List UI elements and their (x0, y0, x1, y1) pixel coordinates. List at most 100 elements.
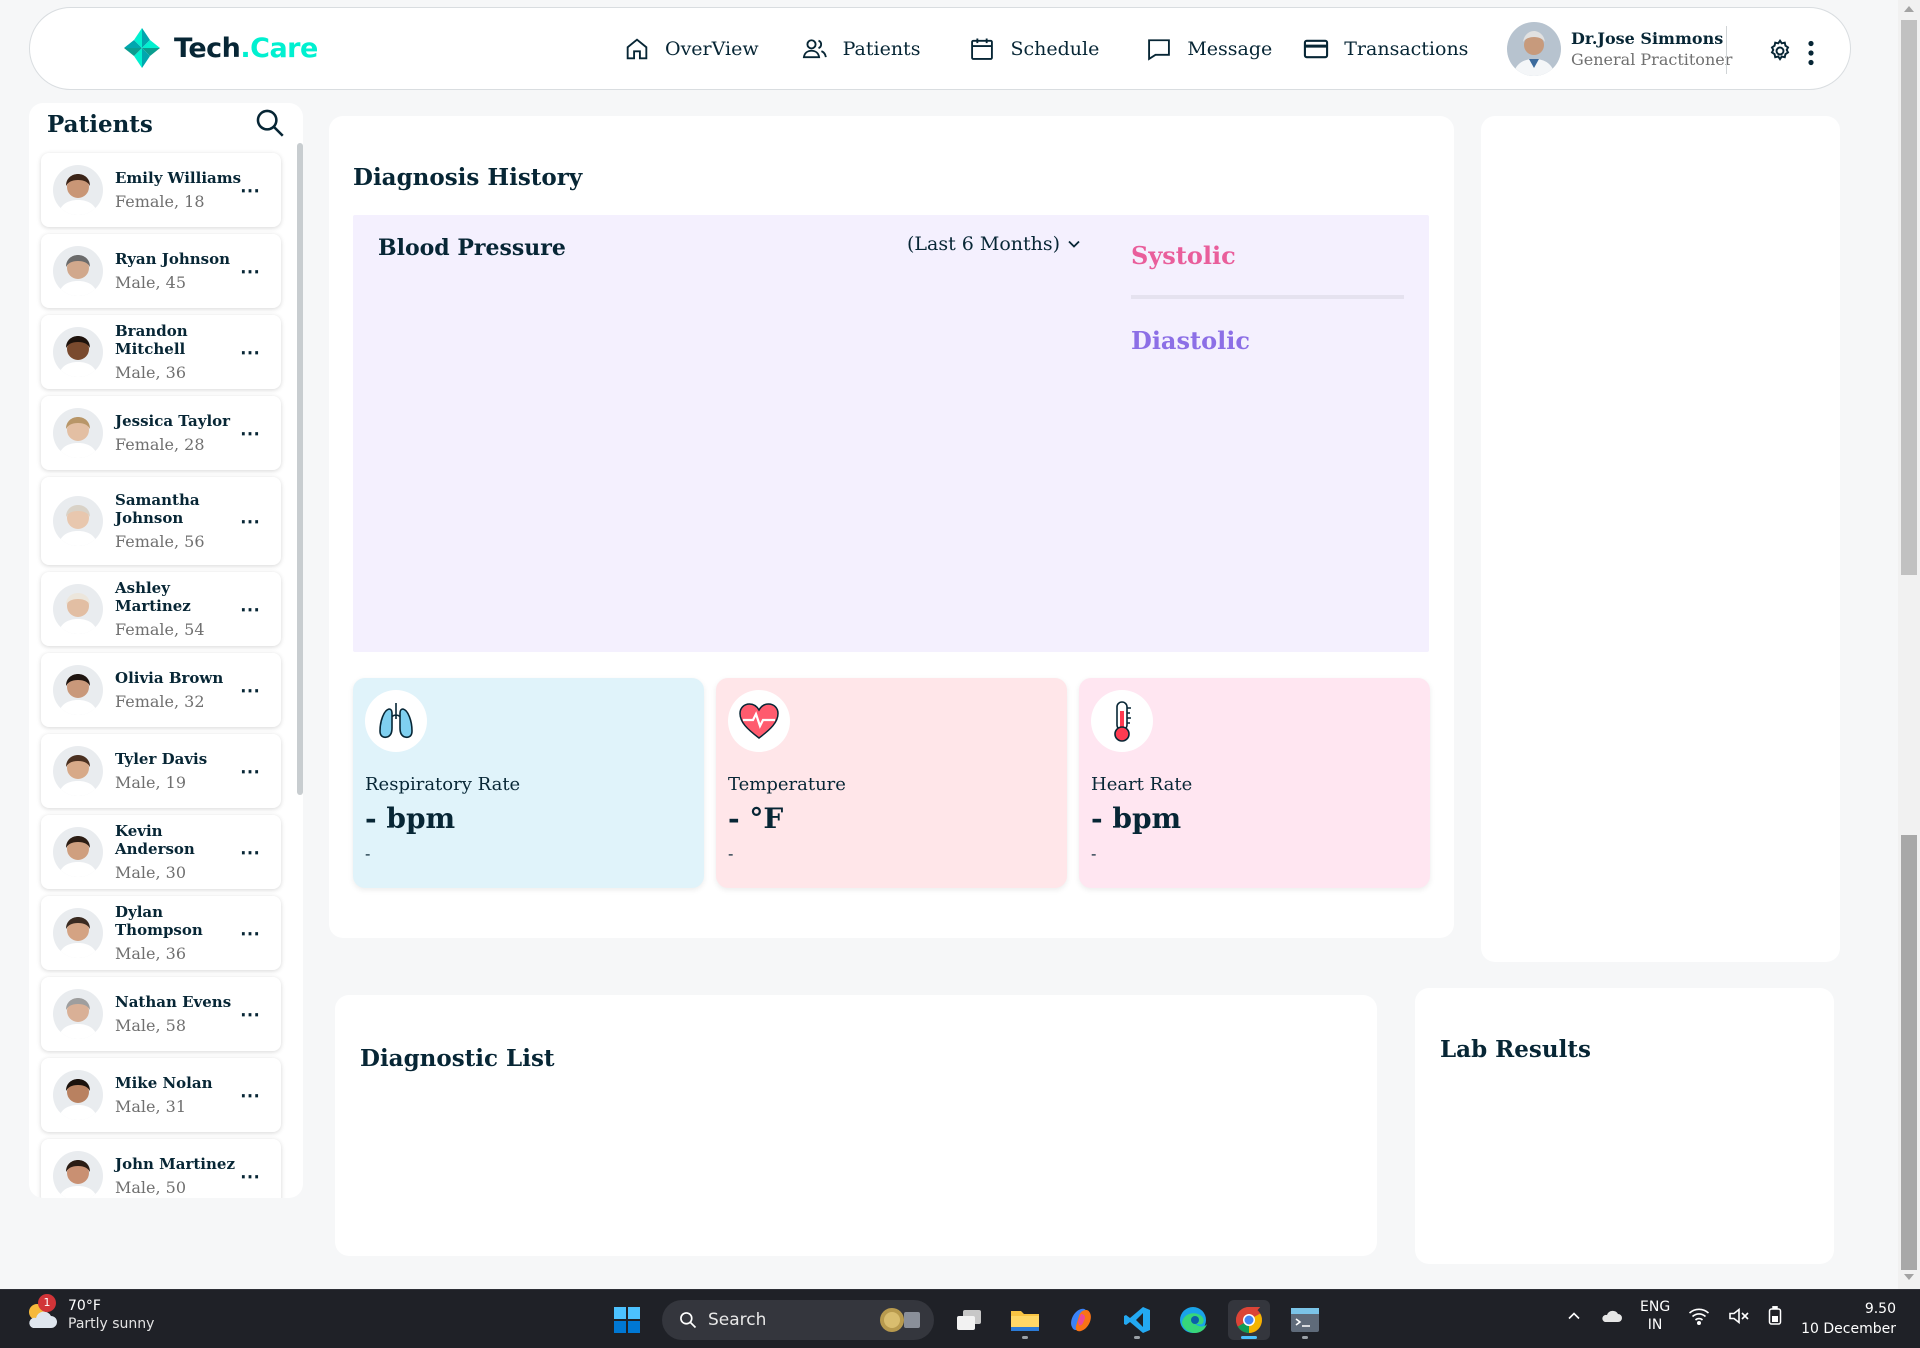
patient-card[interactable]: Tyler Davis Male, 19 ⋯ (41, 734, 281, 808)
patient-card[interactable]: John Martinez Male, 50 ⋯ (41, 1139, 281, 1198)
more-horizontal-icon[interactable]: ⋯ (240, 1002, 261, 1026)
task-view-button[interactable] (948, 1300, 990, 1340)
patient-card[interactable]: Nathan Evens Male, 58 ⋯ (41, 977, 281, 1051)
more-horizontal-icon[interactable]: ⋯ (240, 759, 261, 783)
more-horizontal-icon[interactable]: ⋯ (240, 597, 261, 621)
patient-card[interactable]: Jessica Taylor Female, 28 ⋯ (41, 396, 281, 470)
nav-transactions[interactable]: Transactions (1302, 35, 1468, 63)
range-dropdown[interactable]: (Last 6 Months) (907, 233, 1082, 255)
doctor-profile[interactable]: Dr.Jose Simmons General Practitoner (1507, 22, 1732, 76)
search-icon[interactable] (253, 106, 287, 140)
vital-card-temperature: Temperature - °F - (716, 678, 1067, 888)
nav-overview[interactable]: OverView (623, 35, 759, 63)
patient-card[interactable]: Emily Williams Female, 18 ⋯ (41, 153, 281, 227)
file-explorer-button[interactable] (1004, 1300, 1046, 1340)
patient-card[interactable]: Olivia Brown Female, 32 ⋯ (41, 653, 281, 727)
more-horizontal-icon[interactable]: ⋯ (240, 921, 261, 945)
edge-button[interactable] (1172, 1300, 1214, 1340)
language-indicator[interactable]: ENG IN (1640, 1298, 1670, 1334)
battery-icon[interactable] (1768, 1306, 1782, 1326)
more-horizontal-icon[interactable]: ⋯ (240, 840, 261, 864)
patient-name: Dylan Thompson (115, 903, 203, 939)
nav-schedule[interactable]: Schedule (968, 35, 1099, 63)
patient-avatar (53, 327, 103, 377)
wifi-icon[interactable] (1688, 1307, 1710, 1325)
vital-note: - (728, 844, 734, 863)
windows-icon (614, 1307, 640, 1333)
nav-overview-label: OverView (665, 38, 759, 60)
terminal-icon (1291, 1308, 1319, 1332)
page-scrollbar[interactable] (1898, 0, 1920, 1289)
more-vertical-icon[interactable] (1806, 40, 1816, 66)
taskbar-search[interactable]: Search (662, 1300, 934, 1340)
taskbar-search-label: Search (708, 1310, 767, 1330)
chevron-up-icon[interactable] (1566, 1308, 1582, 1324)
os-taskbar: 1 70°F Partly sunny Search ENG IN 9.50 1… (0, 1289, 1920, 1348)
patient-card[interactable]: Dylan Thompson Male, 36 ⋯ (41, 896, 281, 970)
speaker-muted-icon[interactable] (1728, 1307, 1750, 1325)
nav-patients[interactable]: Patients (801, 35, 920, 63)
patient-avatar (53, 908, 103, 958)
patient-avatar (53, 827, 103, 877)
home-icon (626, 38, 648, 60)
legend-diastolic: Diastolic (1131, 326, 1250, 355)
nav-message[interactable]: Message (1145, 35, 1272, 63)
more-horizontal-icon[interactable]: ⋯ (240, 1083, 261, 1107)
vital-label: Respiratory Rate (365, 774, 521, 795)
folder-icon (1011, 1311, 1039, 1331)
logo-icon (124, 28, 160, 68)
system-clock[interactable]: 9.50 10 December (1801, 1299, 1896, 1339)
chrome-button[interactable] (1228, 1300, 1270, 1340)
scroll-track-upper (1901, 20, 1917, 575)
taskbar-apps: Search (606, 1300, 1326, 1340)
terminal-button[interactable] (1284, 1300, 1326, 1340)
patient-card[interactable]: Kevin Anderson Male, 30 ⋯ (41, 815, 281, 889)
patient-avatar (53, 989, 103, 1039)
patient-info: Ryan Johnson Male, 45 (115, 250, 245, 292)
patient-card[interactable]: Ashley Martinez Female, 54 ⋯ (41, 572, 281, 646)
vital-note: - (1091, 844, 1097, 863)
blood-pressure-panel: Blood Pressure (Last 6 Months) Systolic … (353, 215, 1429, 652)
patient-info: Mike Nolan Male, 31 (115, 1074, 245, 1116)
patient-card[interactable]: Brandon Mitchell Male, 36 ⋯ (41, 315, 281, 389)
more-horizontal-icon[interactable]: ⋯ (240, 178, 261, 202)
patient-avatar (53, 1151, 103, 1198)
more-horizontal-icon[interactable]: ⋯ (240, 340, 261, 364)
start-button[interactable] (606, 1300, 648, 1340)
scroll-down-arrow[interactable] (1904, 1274, 1914, 1280)
more-horizontal-icon[interactable]: ⋯ (240, 421, 261, 445)
patient-info: Dylan Thompson Male, 36 (115, 903, 245, 963)
patient-card[interactable]: Samantha Johnson Female, 56 ⋯ (41, 477, 281, 565)
patients-sidebar: Patients Emily Williams Female, 18 ⋯ Ryan J… (29, 103, 303, 1198)
logo[interactable]: Tech.Care (120, 26, 318, 70)
vscode-button[interactable] (1116, 1300, 1158, 1340)
patient-avatar (53, 165, 103, 215)
patient-card[interactable]: Mike Nolan Male, 31 ⋯ (41, 1058, 281, 1132)
more-horizontal-icon[interactable]: ⋯ (240, 509, 261, 533)
vital-value: - °F (728, 802, 784, 835)
doctor-avatar (1507, 22, 1561, 76)
task-view-icon (957, 1310, 981, 1330)
scroll-thumb[interactable] (1901, 835, 1917, 1270)
patient-card[interactable]: Ryan Johnson Male, 45 ⋯ (41, 234, 281, 308)
copilot-button[interactable] (1060, 1300, 1102, 1340)
patient-name: Ryan Johnson (115, 250, 231, 268)
weather-widget[interactable]: 1 70°F Partly sunny (24, 1294, 154, 1332)
system-tray: ENG IN (1566, 1298, 1782, 1334)
more-horizontal-icon[interactable]: ⋯ (240, 259, 261, 283)
patient-avatar (53, 246, 103, 296)
doctor-photo (1507, 22, 1561, 76)
diagnosis-history-card: Diagnosis History Blood Pressure (Last 6… (329, 116, 1454, 938)
cloud-icon[interactable] (1600, 1308, 1622, 1324)
logo-suffix: .Care (240, 32, 318, 64)
running-indicator (1022, 1336, 1028, 1339)
scroll-up-arrow[interactable] (1904, 6, 1914, 12)
more-horizontal-icon[interactable]: ⋯ (240, 1164, 261, 1188)
edge-icon (1180, 1307, 1207, 1334)
patient-name: Samantha Johnson (115, 491, 200, 527)
more-horizontal-icon[interactable]: ⋯ (240, 678, 261, 702)
patient-meta: Male, 19 (115, 773, 187, 792)
running-indicator (1134, 1336, 1140, 1339)
sidebar-scrollbar[interactable] (297, 143, 303, 795)
gear-icon[interactable] (1767, 38, 1793, 64)
